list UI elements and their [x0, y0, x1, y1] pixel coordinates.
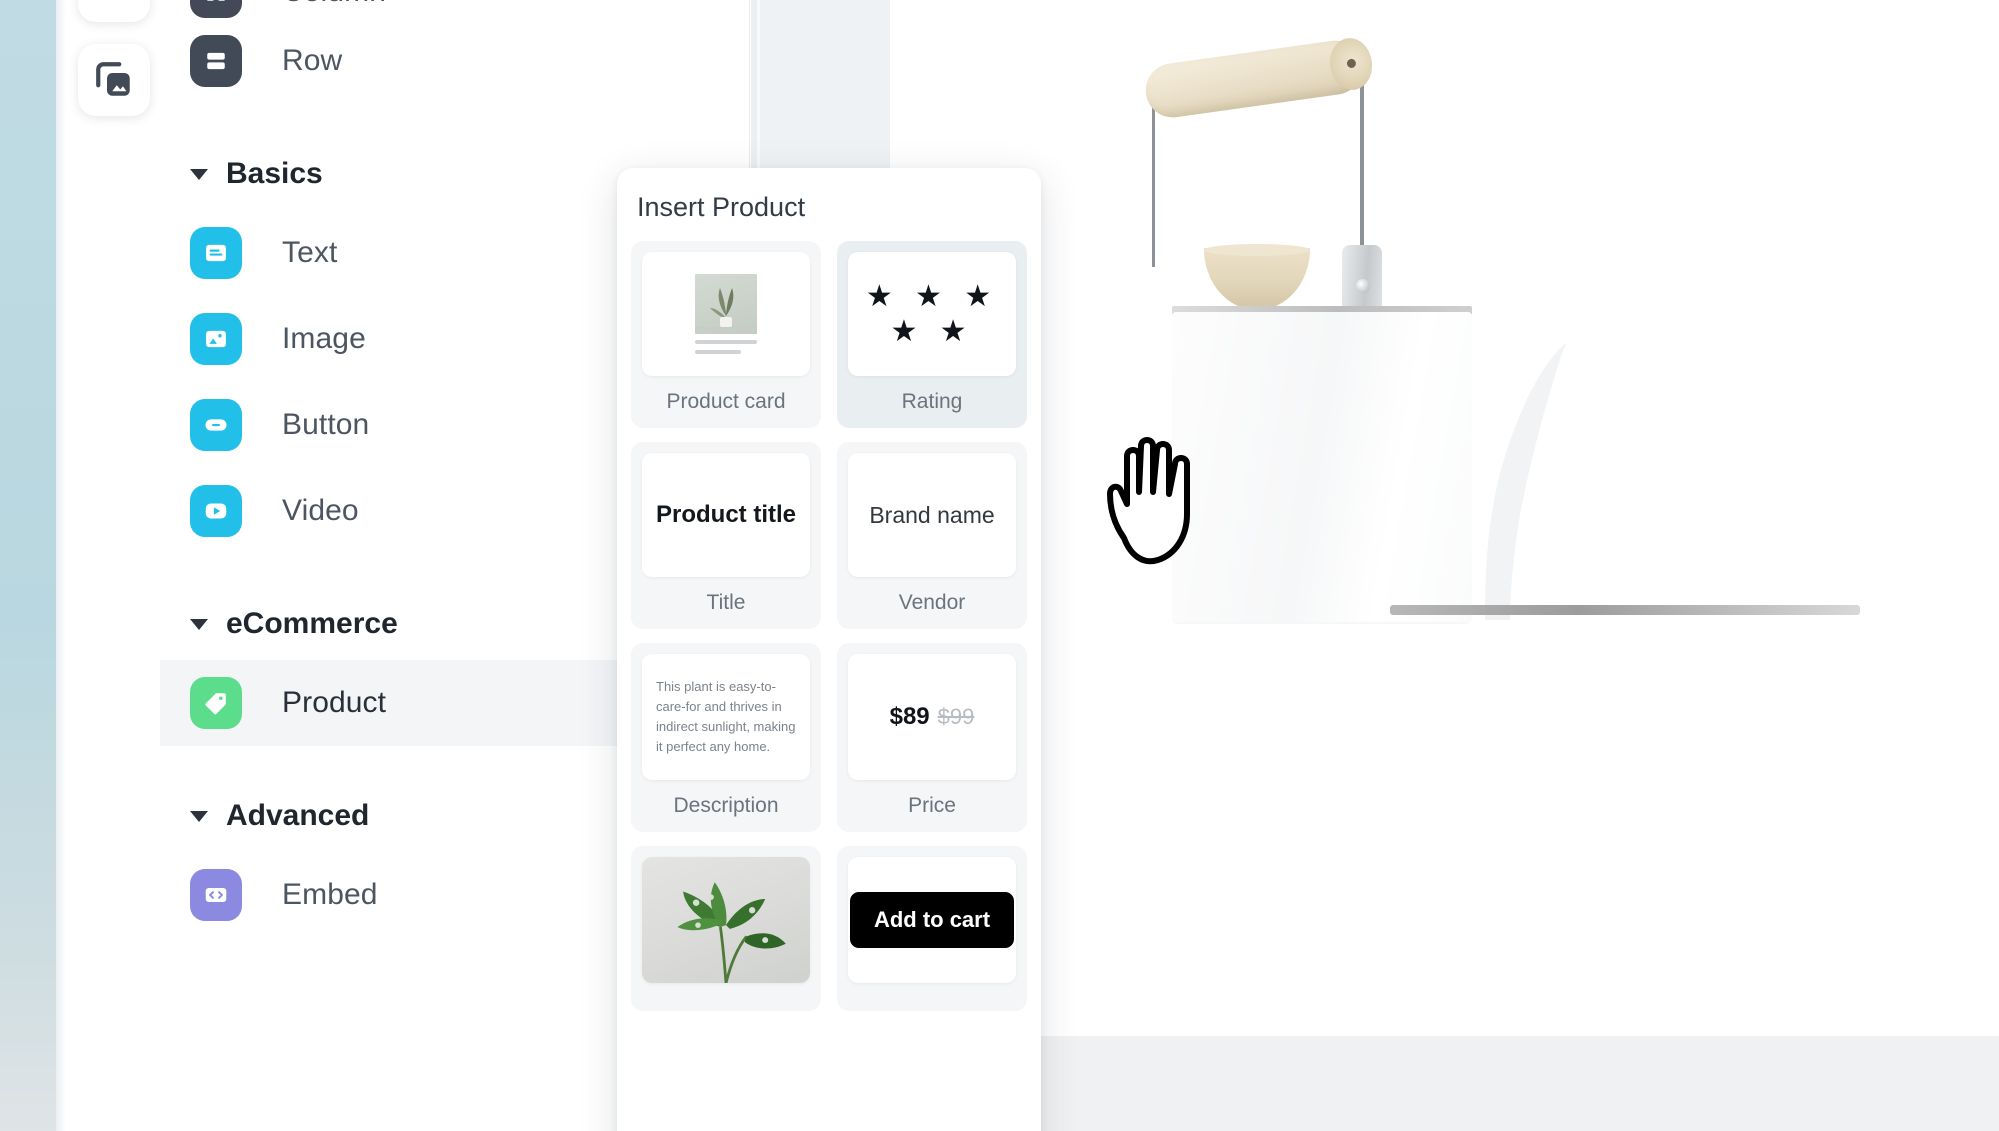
price-current: $89	[889, 703, 930, 730]
sidebar-section-title: eCommerce	[226, 607, 398, 640]
left-edge-highlight	[56, 0, 66, 1131]
canvas-hero-image[interactable]	[890, 0, 1999, 1131]
tile-caption	[642, 983, 810, 1011]
chevron-down-icon	[190, 168, 208, 180]
tile-caption: Rating	[901, 390, 963, 413]
sidebar-section-title: Advanced	[226, 799, 370, 832]
kettle-shadow	[1390, 605, 1860, 615]
tile-preview: This plant is easy-to-care-for and thriv…	[642, 654, 810, 780]
brand-name-preview: Brand name	[869, 501, 995, 528]
brush-icon	[94, 0, 134, 6]
column-icon	[190, 0, 242, 18]
star-rating-icons: ★ ★ ★ ★ ★	[865, 280, 999, 348]
popover-title: Insert Product	[637, 192, 806, 222]
app-root: Column Row Basics	[0, 0, 1999, 1131]
chevron-down-icon	[190, 810, 208, 822]
kettle-illustration	[890, 0, 1999, 1131]
description-preview: This plant is easy-to-care-for and thriv…	[656, 678, 796, 755]
media-tool-button[interactable]	[78, 44, 150, 116]
tool-rail	[66, 0, 162, 138]
sidebar-item-row[interactable]: Row	[160, 18, 749, 104]
tile-preview	[642, 252, 810, 376]
product-card-line	[695, 340, 757, 344]
add-to-cart-button[interactable]: Add to cart	[849, 892, 1015, 948]
chevron-down-icon	[190, 618, 208, 630]
wooden-bowl	[1204, 244, 1310, 310]
canvas-bottom-band	[890, 1036, 1999, 1131]
tile-title[interactable]: Product title Title	[631, 442, 821, 629]
kettle-wire-clip	[1342, 245, 1382, 315]
product-card-line	[695, 350, 741, 354]
tile-preview: $89 $99	[848, 654, 1016, 780]
product-title-preview: Product title	[655, 501, 796, 528]
sidebar-item-label: Text	[282, 236, 338, 269]
monstera-plant-image	[642, 857, 810, 983]
tile-preview: Brand name	[848, 453, 1016, 577]
tile-rating[interactable]: ★ ★ ★ ★ ★ Rating	[837, 241, 1027, 428]
tile-caption: Title	[706, 591, 746, 614]
sidebar-item-label: Column	[282, 0, 386, 9]
sidebar-item-label: Embed	[282, 878, 378, 911]
kettle-wire-left	[1152, 92, 1155, 267]
tile-preview	[642, 857, 810, 983]
tile-vendor[interactable]: Brand name Vendor	[837, 442, 1027, 629]
tile-preview: ★ ★ ★ ★ ★	[848, 252, 1016, 376]
layers-image-icon	[93, 59, 135, 101]
tile-caption	[848, 983, 1016, 1011]
code-icon	[190, 869, 242, 921]
tile-add-to-cart[interactable]: Add to cart	[837, 846, 1027, 1011]
grab-hand-cursor	[1100, 430, 1220, 565]
video-icon	[190, 485, 242, 537]
tile-caption: Product card	[666, 390, 786, 413]
sidebar-section-title: Basics	[226, 157, 323, 190]
tag-icon	[190, 677, 242, 729]
plant-thumb-image	[695, 274, 757, 334]
product-element-tiles: Product card ★ ★ ★ ★ ★ Rating Product ti…	[617, 241, 1041, 1011]
left-edge-strip	[0, 0, 56, 1131]
kettle-spout	[1390, 315, 1580, 625]
sidebar-item-column[interactable]: Column	[160, 0, 749, 18]
sidebar-item-label: Button	[282, 408, 370, 441]
tile-product-card[interactable]: Product card	[631, 241, 821, 428]
sidebar-item-label: Image	[282, 322, 366, 355]
text-icon	[190, 227, 242, 279]
row-icon	[190, 35, 242, 87]
product-card-thumbnail	[695, 274, 757, 354]
button-icon	[190, 399, 242, 451]
tile-description[interactable]: This plant is easy-to-care-for and thriv…	[631, 643, 821, 832]
tile-caption: Description	[673, 794, 779, 817]
tile-image[interactable]	[631, 846, 821, 1011]
insert-product-popover: Insert Product Product card ★ ★ ★ ★ ★ Ra…	[617, 168, 1041, 1131]
price-compare-at: $99	[937, 704, 975, 729]
sidebar-item-label: Product	[282, 686, 387, 719]
tile-preview: Add to cart	[848, 857, 1016, 983]
tile-caption: Vendor	[898, 591, 966, 614]
tile-price[interactable]: $89 $99 Price	[837, 643, 1027, 832]
design-tool-button[interactable]	[78, 0, 150, 22]
price-preview: $89 $99	[890, 703, 975, 731]
sidebar-item-label: Row	[282, 44, 343, 77]
tile-preview: Product title	[642, 453, 810, 577]
tile-caption: Price	[908, 794, 956, 817]
image-icon	[190, 313, 242, 365]
sidebar-item-label: Video	[282, 494, 359, 527]
